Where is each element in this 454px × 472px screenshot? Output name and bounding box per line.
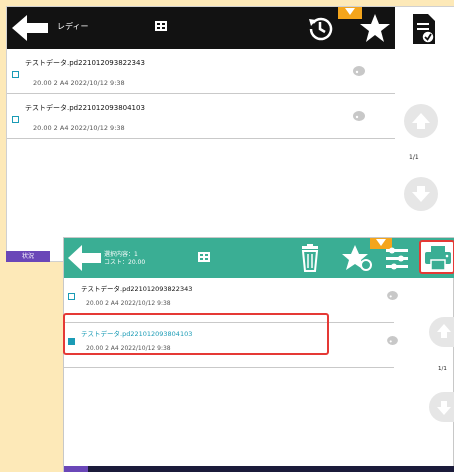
list-item[interactable]: テストデータ.pd221012093804103 20.00 2 A4 2022… [7,94,395,139]
check-icon [69,348,76,354]
selection-screen: 選択内容：1 コスト：20.00 テストデータ.pd22101209382234… [63,237,454,472]
status-bar [64,466,454,472]
document-check-icon[interactable] [411,13,437,45]
chevron-down-icon [437,401,451,415]
selection-header: 選択内容：1 コスト：20.00 [64,238,454,278]
job-name: テストデータ.pd221012093804103 [81,330,193,338]
ready-screen: レディー テストデータ.pd221012093822343 20.00 2 A4… [6,6,454,263]
scroll-up-button[interactable] [429,317,454,347]
job-list: テストデータ.pd221012093822343 20.00 2 A4 2022… [64,278,398,368]
grid-icon[interactable] [155,20,167,32]
settings-icon[interactable] [384,246,410,270]
job-checkbox[interactable] [68,293,75,300]
status-tab[interactable] [64,466,88,472]
ready-header: レディー [7,7,395,49]
scroll-up-button[interactable] [404,104,438,138]
list-item[interactable]: テストデータ.pd221012093804103 20.00 2 A4 2022… [64,323,398,368]
palette-icon [387,291,398,300]
job-meta: 20.00 2 A4 2022/10/12 9:38 [86,345,171,352]
chevron-up-icon [412,113,430,129]
job-meta: 20.00 2 A4 2022/10/12 9:38 [86,300,171,307]
page-title: レディー [57,22,89,31]
job-meta: 20.00 2 A4 2022/10/12 9:38 [33,124,125,132]
print-button[interactable] [419,240,454,274]
page-indicator: 1/1 [438,366,447,372]
chevron-down-icon [412,186,430,202]
back-arrow-icon[interactable] [68,245,101,271]
chevron-down-icon [345,8,355,15]
job-checkbox[interactable] [12,116,19,123]
list-item[interactable]: テストデータ.pd221012093822343 20.00 2 A4 2022… [7,49,395,94]
chevron-up-icon [437,324,451,338]
job-list: テストデータ.pd221012093822343 20.00 2 A4 2022… [7,49,395,139]
status-button[interactable]: 状況 [6,251,50,262]
scroll-down-button[interactable] [429,392,454,422]
grid-icon[interactable] [198,251,210,263]
page-indicator: 1/1 [409,154,419,161]
scroll-down-button[interactable] [404,177,438,211]
palette-icon [353,111,365,121]
palette-icon [387,336,398,345]
selection-cost: コスト：20.00 [104,259,146,266]
job-checkbox-checked[interactable] [68,338,76,354]
job-meta: 20.00 2 A4 2022/10/12 9:38 [33,79,125,87]
job-checkbox[interactable] [12,71,19,78]
trash-icon[interactable] [298,244,322,272]
chevron-down-icon [376,239,386,246]
job-name: テストデータ.pd221012093822343 [25,59,145,67]
printer-icon [425,246,451,270]
star-settings-icon[interactable] [341,243,373,273]
job-name: テストデータ.pd221012093804103 [25,104,145,112]
history-icon[interactable] [307,15,333,41]
palette-icon [353,66,365,76]
job-name: テストデータ.pd221012093822343 [81,285,193,293]
list-item[interactable]: テストデータ.pd221012093822343 20.00 2 A4 2022… [64,278,398,323]
star-icon[interactable] [359,13,391,43]
back-arrow-icon[interactable] [12,15,48,41]
